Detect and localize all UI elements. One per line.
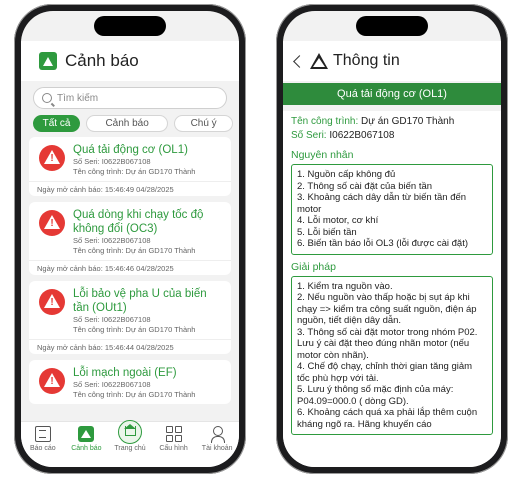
nav-item-config[interactable]: Cấu hình	[154, 426, 194, 467]
nav-item-label: Cảnh báo	[71, 445, 102, 452]
search-input[interactable]	[57, 92, 207, 104]
alert-project: Tên công trình: Dự án GD170 Thành	[73, 390, 196, 399]
search-bar[interactable]	[33, 87, 227, 109]
back-chevron-icon[interactable]	[293, 54, 306, 68]
alert-warning-icon	[39, 210, 65, 236]
search-icon	[42, 93, 52, 103]
page-title: Cảnh báo	[65, 51, 139, 70]
solution-item: 1. Kiểm tra nguồn vào.	[297, 280, 393, 292]
user-icon	[209, 426, 226, 443]
page-title: Thông tin	[333, 52, 400, 69]
alert-project: Tên công trình: Dự án GD170 Thành	[73, 325, 196, 334]
solution-section-title: Giải pháp	[291, 260, 336, 273]
alert-warning-icon	[39, 368, 65, 394]
alert-list-screen: Cảnh báo Tất cả Cảnh báo Chú ý Quá tải đ…	[21, 11, 239, 467]
nav-item-label: Báo cáo	[29, 445, 56, 452]
alert-serial: Số Seri: I0622B067108	[73, 236, 151, 245]
alert-project: Tên công trình: Dự án GD170 Thành	[73, 246, 196, 255]
tab-warning[interactable]: Cảnh báo	[86, 115, 169, 132]
alert-title: Lỗi mạch ngoài (EF)	[73, 367, 177, 379]
warning-logo-icon	[39, 52, 57, 70]
serial-value: I0622B067108	[326, 130, 395, 141]
alert-title: Quá dòng khi chạy tốc độ không đổi (OC3)	[73, 209, 204, 235]
project-label: Tên công trình:	[291, 116, 359, 127]
nav-item-label: Tài khoản	[201, 445, 233, 452]
solution-item: 6. Khoảng cách quá xa phải lắp thêm cuộn…	[297, 407, 478, 430]
dynamic-island	[356, 16, 428, 36]
phone-alert-detail: Thông tin Quá tải động cơ (OL1) Tên công…	[276, 4, 508, 474]
cause-item: 1. Nguồn cấp không đủ	[297, 169, 396, 180]
cause-item: 5. Lỗi biến tần	[297, 226, 357, 238]
nav-item-label: Trang chủ	[114, 445, 146, 452]
nav-item-label: Cấu hình	[159, 445, 188, 452]
nav-item-account[interactable]: Tài khoản	[197, 426, 237, 467]
alert-title: Lỗi bảo vệ pha U của biến tần (OUt1)	[73, 288, 207, 314]
cause-item: 6. Biến tần báo lỗi OL3 (lỗi được cài đặ…	[297, 238, 469, 249]
alert-card[interactable]: Quá dòng khi chạy tốc độ không đổi (OC3)…	[29, 202, 231, 275]
detail-body[interactable]: Tên công trình: Dự án GD170 Thành Số Ser…	[283, 111, 501, 467]
filter-tabs: Tất cả Cảnh báo Chú ý	[33, 115, 239, 133]
alert-list-header: Cảnh báo	[21, 41, 239, 81]
cause-section-title: Nguyên nhân	[291, 149, 354, 161]
alert-card[interactable]: Quá tải động cơ (OL1) Số Seri: I0622B067…	[29, 137, 231, 196]
phone-alert-list: Cảnh báo Tất cả Cảnh báo Chú ý Quá tải đ…	[14, 4, 246, 474]
solution-item: 5. Lưu ý thông số mặc định của máy: P04.…	[297, 384, 454, 407]
home-icon	[117, 420, 142, 444]
alert-detail-screen: Thông tin Quá tải động cơ (OL1) Tên công…	[283, 11, 501, 467]
tab-notice[interactable]: Chú ý	[174, 115, 233, 132]
cause-item: 4. Lỗi motor, cơ khí	[297, 215, 379, 226]
alert-project: Tên công trình: Dự án GD170 Thành	[73, 167, 196, 176]
alert-title: Quá tải động cơ (OL1)	[73, 144, 188, 156]
alert-date: Ngày mở cảnh báo: 15:46:44 04/28/2025	[29, 339, 231, 354]
alert-name-banner: Quá tải động cơ (OL1)	[283, 83, 501, 105]
alert-warning-icon	[39, 145, 65, 171]
warning-triangle-icon	[310, 53, 328, 69]
cause-item: 2. Thông số cài đặt của biến tần	[297, 180, 433, 192]
alert-serial: Số Seri: I0622B067108	[73, 315, 151, 324]
solution-item: 3. Thông số cài đặt motor trong nhóm P02…	[297, 326, 478, 361]
project-value: Dự án GD170 Thành	[358, 116, 455, 127]
alert-serial: Số Seri: I0622B067108	[73, 380, 151, 389]
tab-all[interactable]: Tất cả	[33, 115, 81, 132]
alert-serial: Số Seri: I0622B067108	[73, 157, 151, 166]
bottom-nav: Báo cáo Cảnh báo Trang chủ Cấu hình Tài …	[21, 420, 239, 467]
solution-box: 1. Kiểm tra nguồn vào. 2. Nếu nguồn vào …	[291, 275, 493, 435]
solution-item: 2. Nếu nguồn vào thấp hoặc bị sụt áp khi…	[297, 292, 477, 326]
nav-item-alerts[interactable]: Cảnh báo	[66, 426, 106, 467]
grid-icon	[165, 426, 182, 442]
warning-icon	[78, 426, 95, 442]
nav-item-report[interactable]: Báo cáo	[23, 426, 63, 467]
dynamic-island	[94, 16, 166, 36]
solution-item: 4. Chế độ chạy, chỉnh thời gian tăng giả…	[297, 361, 473, 384]
alert-date: Ngày mở cảnh báo: 15:46:46 04/28/2025	[29, 260, 231, 275]
serial-line: Số Seri: I0622B067108	[291, 129, 493, 143]
alert-card[interactable]: Lỗi bảo vệ pha U của biến tần (OUt1) Số …	[29, 281, 231, 354]
alert-warning-icon	[39, 289, 65, 315]
project-line: Tên công trình: Dự án GD170 Thành	[291, 115, 493, 129]
serial-label: Số Seri:	[291, 130, 327, 141]
alert-date: Ngày mở cảnh báo: 15:46:49 04/28/2025	[29, 181, 231, 196]
report-icon	[34, 426, 51, 442]
nav-item-home[interactable]: Trang chủ	[110, 420, 150, 467]
cause-box: 1. Nguồn cấp không đủ 2. Thông số cài đặ…	[291, 164, 493, 255]
alert-card[interactable]: Lỗi mạch ngoài (EF) Số Seri: I0622B06710…	[29, 360, 231, 404]
alert-list: Quá tải động cơ (OL1) Số Seri: I0622B067…	[29, 137, 231, 410]
cause-item: 3. Khoảng cách dây dẫn từ biến tần đến m…	[297, 192, 467, 215]
detail-header: Thông tin	[283, 41, 501, 81]
